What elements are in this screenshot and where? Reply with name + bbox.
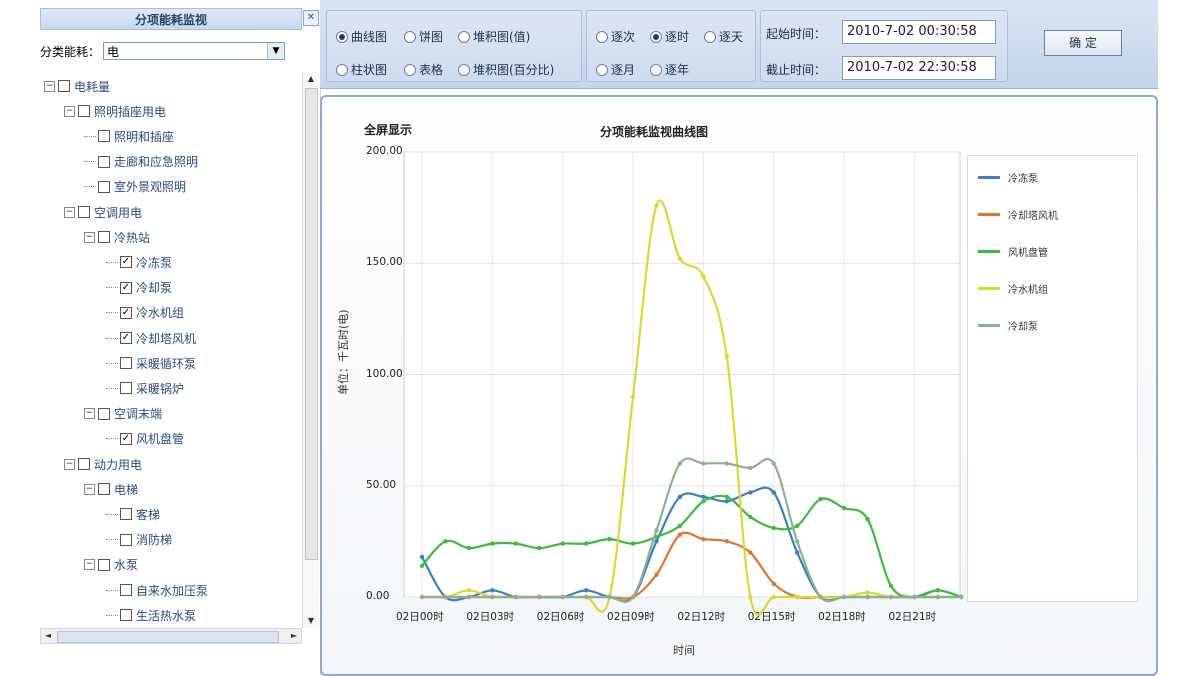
data-point	[419, 594, 425, 600]
data-point	[724, 539, 730, 544]
legend-label: 冷却泵	[1008, 322, 1038, 333]
data-point	[466, 588, 472, 593]
data-point	[771, 581, 776, 586]
data-point	[724, 494, 730, 500]
data-point	[537, 594, 542, 600]
data-point	[771, 594, 776, 600]
data-point	[654, 572, 659, 577]
legend-label: 冷却塔风机	[1008, 211, 1058, 222]
data-point	[888, 583, 894, 589]
data-point	[748, 594, 753, 600]
data-point	[748, 465, 753, 471]
legend-label: 冷水机组	[1008, 285, 1048, 296]
data-point	[818, 496, 823, 502]
legend-swatch	[978, 250, 1000, 253]
legend-item: 冷却泵	[978, 318, 1038, 333]
data-point	[701, 274, 706, 279]
data-point	[677, 532, 683, 537]
data-point	[794, 523, 800, 528]
data-point	[490, 594, 495, 600]
legend-item: 冷水机组	[978, 281, 1048, 296]
data-point	[701, 494, 706, 500]
data-point	[794, 539, 800, 544]
data-point	[537, 545, 542, 551]
data-point	[490, 541, 495, 546]
legend-swatch	[978, 176, 1000, 179]
chart-legend: 冷冻泵冷却塔风机风机盘管冷水机组冷却泵	[967, 155, 1138, 602]
data-point	[630, 394, 636, 399]
data-point	[748, 550, 753, 555]
data-point	[607, 594, 612, 600]
legend-swatch	[978, 213, 1000, 216]
data-point	[865, 594, 870, 600]
data-point	[607, 536, 612, 542]
data-point	[724, 499, 730, 504]
data-point	[583, 541, 589, 546]
data-point	[583, 588, 589, 593]
data-point	[630, 594, 636, 600]
data-point	[724, 354, 730, 359]
data-point	[818, 594, 823, 600]
data-point	[466, 545, 472, 551]
data-point	[513, 541, 518, 546]
data-point	[935, 594, 941, 600]
data-point	[419, 563, 425, 569]
data-point	[865, 590, 870, 595]
data-point	[912, 594, 917, 600]
legend-swatch	[978, 324, 1000, 327]
legend-item: 冷冻泵	[978, 170, 1038, 185]
data-point	[654, 203, 659, 208]
data-point	[443, 539, 448, 544]
legend-item: 冷却塔风机	[978, 207, 1058, 222]
data-point	[654, 539, 659, 544]
data-point	[794, 594, 800, 600]
data-point	[443, 594, 448, 600]
data-point	[677, 523, 683, 528]
data-point	[701, 499, 706, 504]
data-point	[419, 554, 425, 560]
legend-label: 风机盘管	[1008, 248, 1048, 259]
legend-swatch	[978, 287, 1000, 290]
data-point	[771, 525, 776, 531]
data-point	[724, 461, 730, 466]
data-point	[771, 490, 776, 495]
data-point	[935, 588, 941, 593]
data-point	[865, 516, 870, 522]
data-point	[771, 461, 776, 466]
data-point	[630, 541, 636, 546]
data-point	[560, 541, 565, 546]
data-point	[748, 514, 753, 520]
data-point	[701, 461, 706, 466]
data-point	[513, 594, 518, 600]
data-point	[888, 594, 894, 600]
data-point	[583, 594, 589, 600]
data-point	[560, 594, 565, 600]
data-point	[677, 461, 683, 466]
data-point	[677, 256, 683, 261]
data-point	[677, 494, 683, 500]
data-point	[490, 588, 495, 593]
data-point	[794, 550, 800, 555]
legend-label: 冷冻泵	[1008, 174, 1038, 185]
data-point	[841, 505, 847, 511]
data-point	[654, 528, 659, 533]
legend-item: 风机盘管	[978, 244, 1048, 259]
data-point	[466, 594, 472, 600]
data-point	[701, 536, 706, 542]
data-point	[748, 490, 753, 495]
data-point	[841, 594, 847, 600]
data-point	[959, 594, 964, 600]
